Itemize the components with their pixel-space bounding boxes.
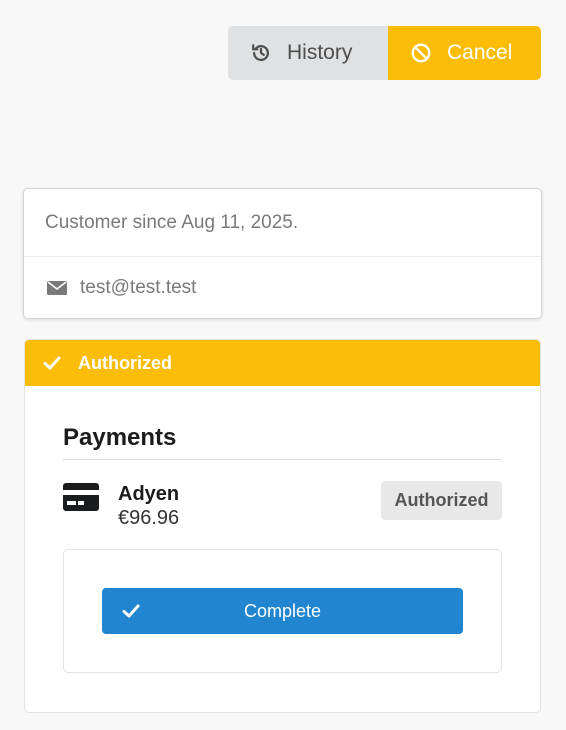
payment-actions: Complete — [63, 549, 502, 673]
payment-status-panel: Authorized Payments Adyen €96.96 Authori… — [24, 339, 541, 713]
credit-card-icon — [63, 483, 99, 511]
toolbar: History Cancel — [228, 26, 541, 80]
payment-amount: €96.96 — [118, 507, 180, 529]
payments-title: Payments — [63, 424, 177, 451]
payment-item: Adyen €96.96 Authorized — [63, 481, 502, 531]
history-label: History — [287, 41, 353, 64]
history-icon — [250, 42, 272, 64]
envelope-icon — [47, 280, 67, 296]
payment-provider: Adyen — [118, 483, 180, 505]
checkmark-icon — [42, 353, 62, 373]
customer-email-row: test@test.test — [24, 257, 541, 318]
cancel-button[interactable]: Cancel — [388, 26, 541, 80]
customer-card: Customer since Aug 11, 2025. test@test.t… — [23, 188, 542, 319]
status-label: Authorized — [78, 352, 172, 373]
status-header: Authorized — [25, 340, 540, 386]
payment-status-badge: Authorized — [381, 481, 502, 520]
customer-since-text: Customer since Aug 11, 2025. — [24, 189, 541, 257]
payments-divider — [63, 459, 502, 460]
ban-icon — [410, 42, 432, 64]
complete-label: Complete — [243, 600, 322, 621]
customer-email[interactable]: test@test.test — [80, 277, 196, 299]
checkmark-icon — [121, 601, 141, 621]
complete-button[interactable]: Complete — [102, 588, 463, 634]
history-button[interactable]: History — [228, 26, 388, 80]
cancel-label: Cancel — [447, 41, 513, 64]
